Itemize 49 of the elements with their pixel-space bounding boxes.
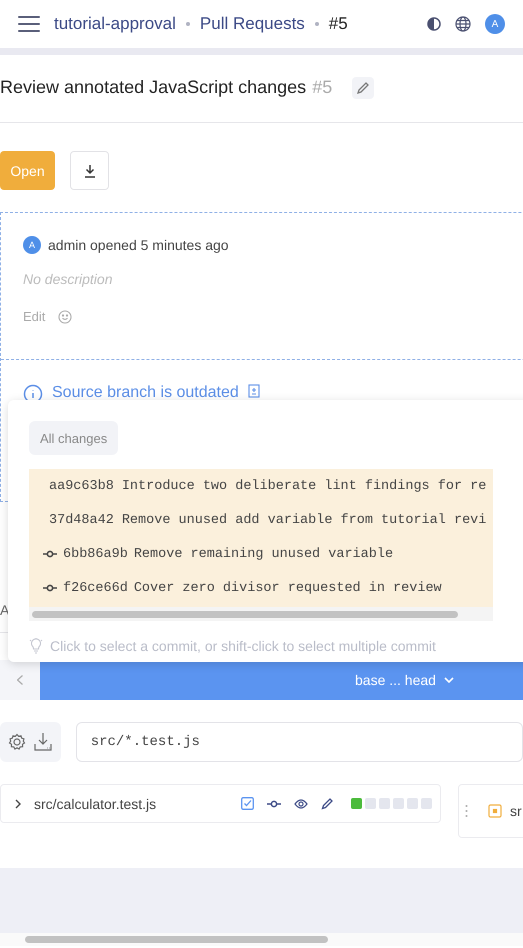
commit-hash: 6bb86a9b xyxy=(63,546,128,562)
commit-icon xyxy=(43,550,57,558)
commit-row[interactable]: aa9c63b8 Introduce two deliberate lint findings for re xyxy=(29,469,493,503)
file-name: src/calculator.test.js xyxy=(34,796,156,812)
viewed-checkbox[interactable] xyxy=(241,797,254,810)
side-panel-label: sr xyxy=(510,803,522,819)
breadcrumb-link[interactable]: Pull Requests xyxy=(200,14,305,34)
download-button[interactable] xyxy=(70,151,109,190)
download-tray-icon[interactable] xyxy=(33,732,54,752)
commit-icon xyxy=(43,584,57,592)
author-avatar: A xyxy=(23,236,41,254)
commit-message: Remove remaining unused variable xyxy=(134,546,394,562)
pr-number: #5 xyxy=(312,77,332,98)
commit-hash: f26ce66d xyxy=(63,580,128,596)
scrollbar-thumb[interactable] xyxy=(25,936,328,943)
author-line: admin opened 5 minutes ago xyxy=(48,237,229,253)
commit-message: Remove unused add variable from tutorial revi xyxy=(122,512,486,528)
menu-icon[interactable] xyxy=(18,15,40,33)
commit-message: Introduce two deliberate lint findings for re xyxy=(122,478,486,494)
lightbulb-icon xyxy=(29,638,43,654)
eye-icon[interactable] xyxy=(294,798,308,808)
commit-row[interactable]: f26ce66d Cover zero divisor requested in review xyxy=(29,571,493,605)
commit-hash: 37d48a42 xyxy=(49,512,114,528)
empty-description: No description xyxy=(23,271,114,287)
commit-icon[interactable] xyxy=(267,800,281,808)
chevron-left-icon xyxy=(17,675,23,685)
file-icon xyxy=(488,804,502,818)
scrollbar-thumb[interactable] xyxy=(32,611,458,618)
drag-handle-icon xyxy=(465,804,468,818)
breadcrumb-current: #5 xyxy=(328,14,348,34)
chevron-down-icon xyxy=(444,677,454,683)
commit-message: Cover zero divisor requested in review xyxy=(134,580,442,596)
download-icon xyxy=(82,164,96,178)
settings-icon[interactable] xyxy=(8,733,26,751)
pencil-icon xyxy=(356,80,370,94)
diff-file-icon xyxy=(248,384,260,398)
globe-icon[interactable] xyxy=(455,16,471,32)
chevron-right-icon xyxy=(15,798,21,808)
file-row[interactable]: src/calculator.test.js xyxy=(0,784,441,823)
pencil-icon[interactable] xyxy=(321,797,334,810)
commit-row[interactable]: 37d48a42 Remove unused add variable from tutorial revi xyxy=(29,503,493,537)
breadcrumb-link[interactable]: tutorial-approval xyxy=(54,14,176,34)
pr-title: Review annotated JavaScript changes xyxy=(0,77,306,98)
commit-row[interactable]: 6bb86a9b Remove remaining unused variable xyxy=(29,537,493,571)
file-filter-field[interactable]: src/*.test.js xyxy=(76,722,523,762)
contrast-icon[interactable] xyxy=(427,17,441,31)
selection-hint: Click to select a commit, or shift-click to select multiple commit xyxy=(50,638,436,654)
edit-title-button[interactable] xyxy=(352,76,374,98)
commit-hash: aa9c63b8 xyxy=(49,478,114,494)
